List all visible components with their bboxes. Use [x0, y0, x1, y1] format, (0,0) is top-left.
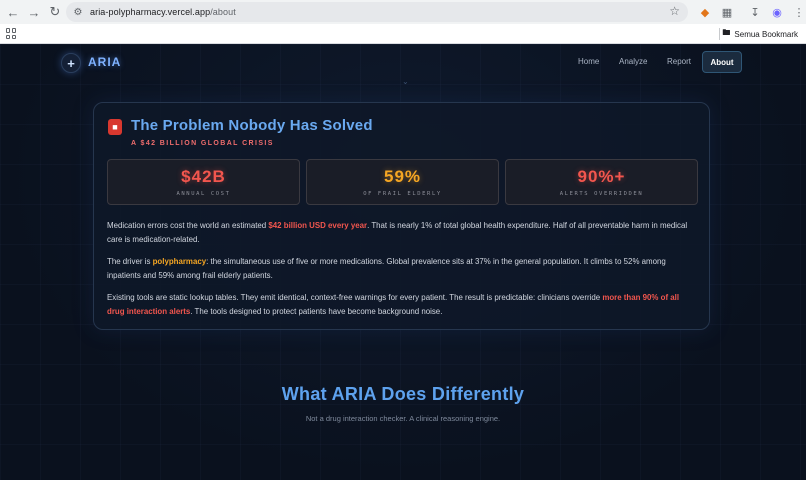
text-run: Existing tools are static lookup tables.… — [107, 293, 603, 302]
profile-icon[interactable]: ◉ — [766, 2, 788, 22]
stat-value: 90%+ — [577, 167, 626, 186]
stat-card-frail-elderly: 59% OF FRAIL ELDERLY — [306, 159, 499, 205]
paragraph-tools: Existing tools are static lookup tables.… — [107, 291, 697, 318]
browser-toolbar: ← → ↻ ⚙ aria-polypharmacy.vercel.app/abo… — [0, 0, 806, 24]
stat-value: $42B — [181, 167, 226, 186]
metamask-icon[interactable]: ◆ — [694, 2, 716, 22]
stat-card-alerts-overridden: 90%+ ALERTS OVERRIDDEN — [505, 159, 698, 205]
url-text: aria-polypharmacy.vercel.app/about — [90, 7, 236, 17]
stat-label: ANNUAL COST — [176, 191, 231, 197]
back-icon[interactable]: ← — [3, 2, 23, 22]
bookmarks-divider — [719, 28, 720, 40]
logo-text[interactable]: ARIA — [88, 55, 121, 69]
stat-value: 59% — [383, 167, 422, 186]
problem-subtitle: A $42 BILLION GLOBAL CRISIS — [131, 140, 274, 147]
extensions-icon[interactable]: ▦ — [716, 2, 738, 22]
url-path: /about — [210, 7, 236, 17]
pill-icon: ■ — [108, 119, 122, 135]
bookmarks-bar: 🖿 Semua Bookmark — [0, 24, 806, 44]
highlight-polypharmacy: polypharmacy — [152, 257, 207, 266]
stat-label: OF FRAIL ELDERLY — [363, 191, 442, 197]
nav-about[interactable]: About — [702, 51, 742, 73]
highlight-cost: $42 billion USD every year — [268, 221, 368, 230]
section-subtitle: Not a drug interaction checker. A clinic… — [305, 414, 501, 423]
stat-card-annual-cost: $42B ANNUAL COST — [107, 159, 300, 205]
paragraph-polypharmacy: The driver is polypharmacy: the simultan… — [107, 255, 697, 282]
nav-home[interactable]: Home — [578, 57, 599, 66]
problem-card: ■ The Problem Nobody Has Solved A $42 BI… — [93, 102, 710, 330]
section-title: What ARIA Does Differently — [281, 384, 525, 404]
reload-icon[interactable]: ↻ — [45, 2, 65, 22]
chevron-down-icon: ⌄ — [402, 77, 409, 86]
star-icon[interactable]: ☆ — [669, 4, 680, 18]
download-icon[interactable]: ↧ — [744, 2, 766, 22]
menu-icon[interactable]: ⋮ — [788, 2, 806, 22]
problem-title: The Problem Nobody Has Solved — [131, 117, 373, 134]
folder-icon: 🖿 — [722, 28, 731, 37]
logo-plus-icon[interactable]: + — [61, 53, 81, 73]
address-bar[interactable]: ⚙ aria-polypharmacy.vercel.app/about ☆ — [66, 2, 688, 22]
text-run: . The tools designed to protect patients… — [190, 306, 443, 316]
text-run: Medication errors cost the world an esti… — [107, 221, 269, 230]
page-content: + ARIA Home Analyze Report About ⌄ ■ The… — [0, 44, 806, 480]
apps-icon[interactable] — [6, 28, 17, 39]
all-bookmarks-button[interactable]: 🖿 Semua Bookmark — [722, 27, 798, 41]
nav-analyze[interactable]: Analyze — [619, 57, 647, 66]
bookmarks-label: Semua Bookmark — [734, 29, 798, 39]
paragraph-cost: Medication errors cost the world an esti… — [107, 219, 697, 246]
url-host: aria-polypharmacy.vercel.app — [90, 7, 211, 17]
stat-label: ALERTS OVERRIDDEN — [559, 191, 644, 197]
nav-report[interactable]: Report — [667, 57, 691, 66]
site-settings-icon[interactable]: ⚙ — [70, 4, 86, 20]
text-run: The driver is — [107, 257, 153, 266]
forward-icon[interactable]: → — [24, 2, 44, 22]
